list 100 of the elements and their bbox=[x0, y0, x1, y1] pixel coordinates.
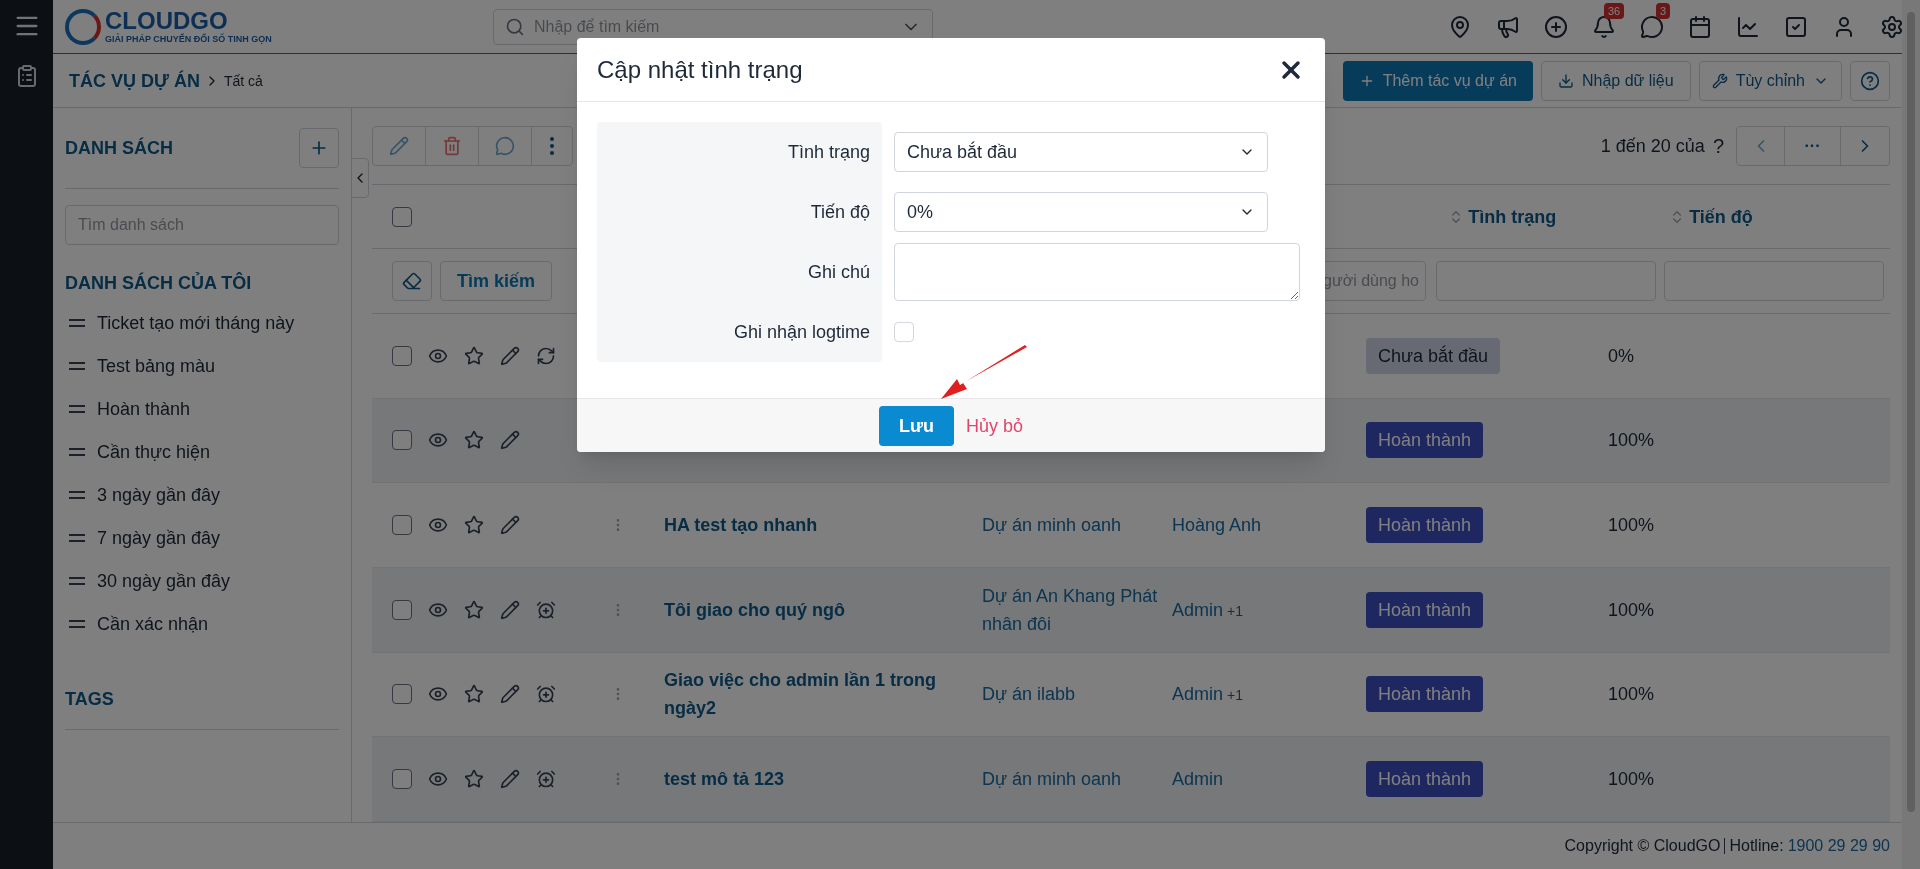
import-button[interactable]: Nhập dữ liệu bbox=[1540, 60, 1691, 101]
star-icon[interactable] bbox=[464, 599, 484, 620]
notification-count: 36 bbox=[1604, 2, 1625, 19]
drag-handle-icon[interactable] bbox=[69, 447, 85, 456]
add-list-button[interactable] bbox=[299, 128, 339, 168]
customize-button[interactable]: Tùy chỉnh bbox=[1698, 60, 1842, 101]
assignee-link[interactable]: Admin bbox=[1172, 765, 1224, 794]
progress-text: 100% bbox=[1608, 430, 1655, 451]
breadcrumb-item: Tất cả bbox=[223, 71, 263, 91]
list-search-field[interactable]: Tìm danh sách bbox=[65, 205, 339, 245]
help-button[interactable] bbox=[1850, 60, 1890, 101]
drag-handle-icon[interactable] bbox=[69, 404, 85, 413]
task-link[interactable]: HA test tạo nhanh bbox=[664, 511, 966, 540]
alarm-icon[interactable] bbox=[536, 769, 556, 790]
drag-handle-icon[interactable] bbox=[69, 576, 85, 585]
edit-icon[interactable] bbox=[500, 599, 520, 620]
hotline-link[interactable]: 1900 29 29 90 bbox=[1787, 834, 1890, 858]
edit-icon[interactable] bbox=[500, 515, 520, 536]
row-checkbox[interactable] bbox=[392, 769, 412, 790]
row-checkbox[interactable] bbox=[392, 599, 412, 620]
project-link[interactable]: Dự án An Khang Phát nhân đôi bbox=[982, 581, 1164, 638]
eraser-icon bbox=[402, 271, 422, 292]
megaphone-icon[interactable] bbox=[1496, 14, 1520, 39]
list-item[interactable]: Ticket tạo mới tháng này bbox=[97, 308, 295, 337]
refresh-icon[interactable] bbox=[536, 345, 556, 366]
status-badge: Hoàn thành bbox=[1366, 422, 1484, 459]
edit-icon[interactable] bbox=[500, 769, 520, 790]
status-badge: Hoàn thành bbox=[1366, 507, 1484, 544]
task-link[interactable]: test mô tả 123 bbox=[664, 765, 966, 794]
project-link[interactable]: Dự án minh oanh bbox=[982, 511, 1164, 540]
logo-text: CLOUDGO bbox=[105, 8, 229, 33]
star-icon[interactable] bbox=[464, 515, 484, 536]
drag-handle-icon[interactable] bbox=[69, 490, 85, 499]
drag-handle-icon[interactable] bbox=[69, 318, 85, 327]
collapse-tab[interactable] bbox=[351, 158, 369, 198]
copyright-text: Copyright © CloudGO bbox=[1564, 836, 1721, 856]
column-header[interactable]: Tình trạng bbox=[1468, 202, 1557, 231]
notification-icon[interactable] bbox=[1592, 14, 1616, 39]
row-checkbox[interactable] bbox=[392, 430, 412, 451]
checklist-icon[interactable] bbox=[1784, 14, 1808, 39]
settings-icon[interactable] bbox=[1880, 14, 1904, 39]
alarm-icon[interactable] bbox=[536, 684, 556, 705]
star-icon[interactable] bbox=[464, 345, 484, 366]
list-item[interactable]: 30 ngày gần đây bbox=[97, 566, 231, 595]
chart-icon[interactable] bbox=[1736, 14, 1760, 39]
project-link[interactable]: Dự án minh oanh bbox=[982, 765, 1164, 794]
row-checkbox[interactable] bbox=[392, 515, 412, 536]
star-icon[interactable] bbox=[464, 769, 484, 790]
help-icon bbox=[1860, 70, 1880, 91]
calendar-icon[interactable] bbox=[1688, 14, 1712, 39]
list-item[interactable]: Test bảng màu bbox=[97, 351, 216, 380]
progress-text: 0% bbox=[1608, 345, 1634, 366]
logtime-checkbox[interactable] bbox=[894, 322, 914, 342]
drag-handle-icon[interactable] bbox=[69, 361, 85, 370]
list-item[interactable]: 3 ngày gần đây bbox=[97, 480, 221, 509]
pencil-icon bbox=[389, 136, 409, 156]
list-item[interactable]: 7 ngày gần đây bbox=[97, 523, 221, 552]
assignee-extra: +1 bbox=[1227, 686, 1243, 706]
chat-icon[interactable] bbox=[1640, 14, 1664, 39]
location-pin-icon[interactable] bbox=[1448, 14, 1472, 39]
row-checkbox[interactable] bbox=[392, 345, 412, 366]
select-field[interactable]: Chưa bắt đầu bbox=[894, 132, 1268, 172]
project-link[interactable]: Dự án ilabb bbox=[982, 680, 1164, 709]
save-button[interactable]: Lưu bbox=[878, 405, 954, 446]
list-item[interactable]: Cần xác nhận bbox=[97, 609, 209, 638]
add-task-button[interactable]: Thêm tác vụ dự án bbox=[1342, 60, 1533, 101]
assignee-link[interactable]: Admin bbox=[1172, 680, 1224, 709]
alarm-icon[interactable] bbox=[536, 599, 556, 620]
list-item[interactable]: Cần thực hiện bbox=[97, 437, 211, 466]
column-header[interactable]: Tiến độ bbox=[1689, 202, 1753, 231]
trash-icon bbox=[442, 136, 462, 156]
task-link[interactable]: Giao việc cho admin lần 1 trong ngày2 bbox=[664, 666, 966, 723]
edit-icon[interactable] bbox=[500, 345, 520, 366]
note-field[interactable] bbox=[894, 243, 1300, 301]
comment-icon bbox=[495, 136, 515, 156]
clear-filter-button[interactable] bbox=[392, 261, 432, 302]
progress-text: 100% bbox=[1608, 515, 1655, 536]
edit-icon[interactable] bbox=[500, 430, 520, 451]
status-badge: Hoàn thành bbox=[1366, 591, 1484, 628]
cancel-link[interactable]: Hủy bỏ bbox=[966, 411, 1024, 440]
section-title: DANH SÁCH CỦA TÔI bbox=[65, 271, 253, 295]
task-link[interactable]: Tôi giao cho quý ngô bbox=[664, 595, 966, 624]
star-icon[interactable] bbox=[464, 430, 484, 451]
list-item[interactable]: Hoàn thành bbox=[97, 394, 191, 423]
hotline-label: Hotline: bbox=[1729, 836, 1784, 856]
select-field[interactable]: 0% bbox=[894, 192, 1268, 232]
field-label: Ghi chú bbox=[807, 261, 870, 284]
assignee-link[interactable]: Hoàng Anh bbox=[1172, 511, 1262, 540]
assignee-extra: +1 bbox=[1227, 601, 1243, 621]
drag-handle-icon[interactable] bbox=[69, 619, 85, 628]
edit-icon[interactable] bbox=[500, 684, 520, 705]
field-label: Ghi nhận logtime bbox=[733, 321, 870, 344]
search-icon bbox=[505, 16, 525, 37]
select-all-checkbox[interactable] bbox=[392, 206, 412, 227]
star-icon[interactable] bbox=[464, 684, 484, 705]
row-checkbox[interactable] bbox=[392, 684, 412, 705]
add-icon[interactable] bbox=[1544, 14, 1568, 39]
assignee-link[interactable]: Admin bbox=[1172, 595, 1224, 624]
search-button[interactable]: Tìm kiếm bbox=[440, 261, 553, 302]
drag-handle-icon[interactable] bbox=[69, 533, 85, 542]
